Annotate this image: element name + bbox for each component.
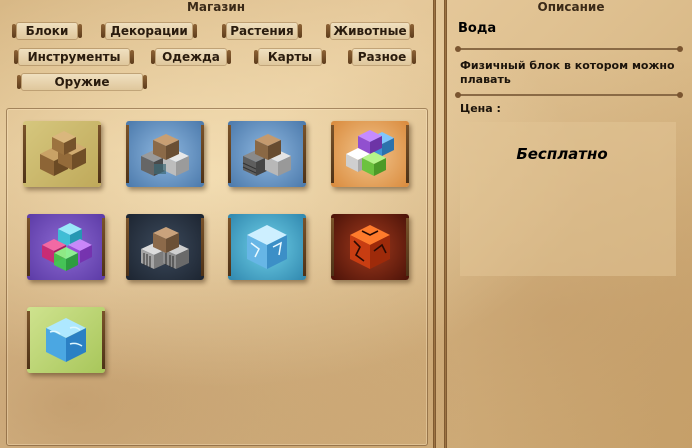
divider-right (444, 0, 447, 448)
category-tools-button[interactable]: Инструменты (14, 49, 134, 65)
price-value: Бесплатно (516, 145, 608, 163)
brick-blocks-icon (242, 134, 291, 176)
metal-grate-blocks-icon (141, 227, 189, 269)
colored-blocks-icon (346, 130, 394, 176)
divider-top (455, 46, 683, 52)
category-maps-button[interactable]: Карты (254, 49, 326, 65)
category-clothes-button[interactable]: Одежда (151, 49, 231, 65)
category-animals-button[interactable]: Животные (326, 23, 414, 39)
divider-middle (455, 92, 683, 98)
shop-item-wood-blocks[interactable] (23, 121, 101, 187)
item-name: Вода (458, 21, 497, 36)
shop-item-lava-block[interactable] (331, 214, 409, 280)
category-weapons-button[interactable]: Оружие (17, 74, 147, 90)
category-blocks-button[interactable]: Блоки (12, 23, 82, 39)
water-block-icon (46, 318, 86, 362)
shop-item-stone-blocks[interactable] (126, 121, 204, 187)
category-decorations-button[interactable]: Декорации (101, 23, 197, 39)
shop-item-glass-blocks[interactable] (27, 214, 105, 280)
stone-blocks-icon (141, 134, 189, 176)
divider-left (433, 0, 436, 448)
glass-blocks-icon (42, 223, 92, 271)
shop-title: Магазин (186, 0, 246, 14)
description-title: Описание (537, 0, 605, 14)
item-description: Физичный блок в котором можно плавать (460, 59, 675, 86)
wood-blocks-icon (40, 131, 86, 176)
category-plants-button[interactable]: Растения (222, 23, 302, 39)
price-label: Цена : (460, 102, 501, 115)
shop-item-ice-block[interactable] (228, 214, 306, 280)
category-misc-button[interactable]: Разное (348, 49, 416, 65)
shop-item-colored-blocks[interactable] (331, 121, 409, 187)
shop-item-brick-blocks[interactable] (228, 121, 306, 187)
shop-item-water-block[interactable] (27, 307, 105, 373)
shop-item-metal-grate-blocks[interactable] (126, 214, 204, 280)
lava-block-icon (350, 225, 390, 269)
ice-block-icon (247, 225, 287, 269)
